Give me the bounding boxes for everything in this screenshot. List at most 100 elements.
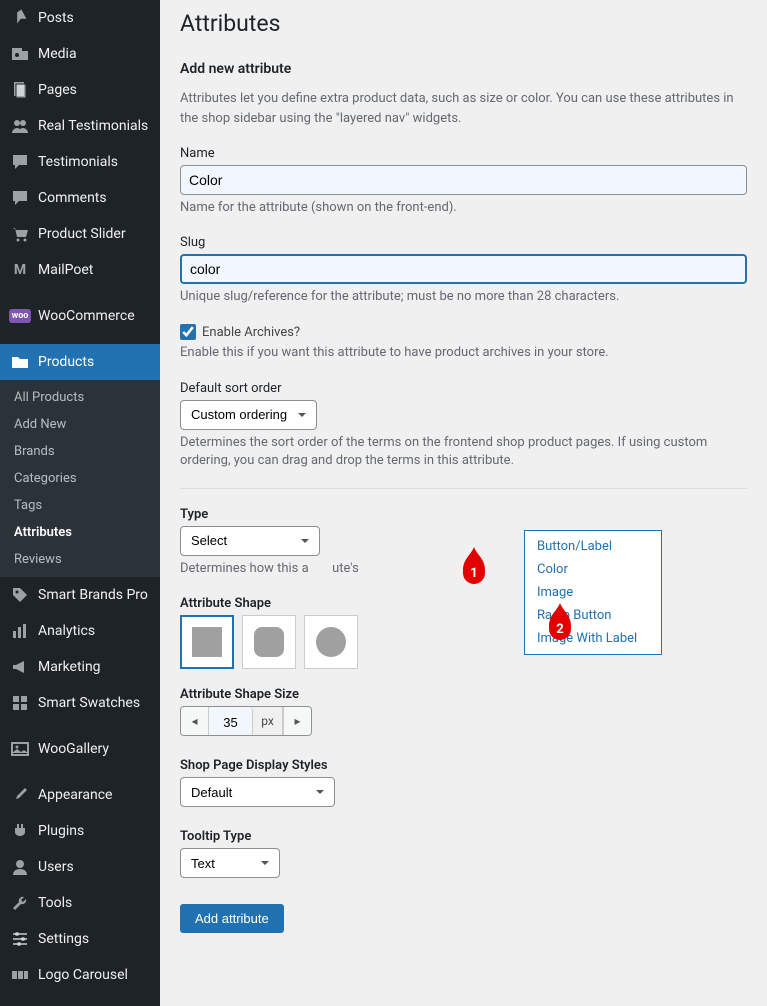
shape-size-input[interactable] (209, 707, 253, 736)
sort-select[interactable]: Custom ordering (180, 400, 317, 430)
menu-comments[interactable]: Comments (0, 180, 160, 216)
menu-label: Tools (38, 895, 72, 911)
shape-square[interactable] (180, 615, 234, 669)
admin-sidebar: Posts Media Pages Real Testimonials Testimon… (0, 0, 160, 1006)
sort-desc: Determines the sort order of the terms o… (180, 434, 747, 470)
menu-tools[interactable]: Tools (0, 885, 160, 921)
submenu-categories[interactable]: Categories (0, 465, 160, 492)
menu-label: Products (38, 354, 94, 370)
menu-products[interactable]: Products (0, 344, 160, 380)
swatches-icon (10, 693, 30, 713)
menu-product-slider[interactable]: Product Slider (0, 216, 160, 252)
menu-settings[interactable]: Settings (0, 921, 160, 957)
menu-label: Users (38, 859, 74, 875)
menu-woogallery[interactable]: WooGallery (0, 731, 160, 767)
menu-label: Logo Carousel (38, 967, 128, 983)
pin-icon (10, 8, 30, 28)
menu-pages[interactable]: Pages (0, 72, 160, 108)
add-attribute-button[interactable]: Add attribute (180, 904, 284, 933)
name-input[interactable] (180, 165, 747, 195)
tooltip-select[interactable]: Text (180, 848, 280, 878)
menu-label: WooGallery (38, 741, 109, 757)
type-option-color[interactable]: Color (525, 558, 661, 581)
name-label: Name (180, 146, 747, 161)
archives-checkbox[interactable] (180, 324, 196, 340)
menu-real-testimonials[interactable]: Real Testimonials (0, 108, 160, 144)
submenu-add-new[interactable]: Add New (0, 411, 160, 438)
menu-posts[interactable]: Posts (0, 0, 160, 36)
slug-input[interactable] (180, 254, 747, 284)
menu-label: Appearance (38, 787, 112, 803)
submenu-reviews[interactable]: Reviews (0, 546, 160, 573)
cart-icon (10, 224, 30, 244)
callout-1: 1 (457, 545, 491, 585)
brush-icon (10, 785, 30, 805)
mega-icon (10, 657, 30, 677)
menu-smart-brands-pro[interactable]: Smart Brands Pro (0, 577, 160, 613)
stepper-increment[interactable]: ▸ (283, 707, 311, 735)
menu-testimonials[interactable]: Testimonials (0, 144, 160, 180)
type-label: Type (180, 507, 747, 522)
chart-icon (10, 621, 30, 641)
page-icon (10, 80, 30, 100)
display-select[interactable]: Default (180, 777, 335, 807)
submenu-brands[interactable]: Brands (0, 438, 160, 465)
menu-label: Pages (38, 82, 77, 98)
submenu-tags[interactable]: Tags (0, 492, 160, 519)
m-icon: M (10, 260, 30, 280)
main-content: Attributes Add new attribute Attributes … (160, 0, 767, 1006)
menu-plugins[interactable]: Plugins (0, 813, 160, 849)
menu-label: Smart Brands Pro (38, 587, 148, 603)
submenu-all-products[interactable]: All Products (0, 384, 160, 411)
intro-text: Attributes let you define extra product … (180, 89, 747, 128)
menu-marketing[interactable]: Marketing (0, 649, 160, 685)
display-label: Shop Page Display Styles (180, 758, 747, 773)
user-icon (10, 857, 30, 877)
people-icon (10, 116, 30, 136)
slug-desc: Unique slug/reference for the attribute;… (180, 288, 747, 306)
shape-circle[interactable] (304, 615, 358, 669)
form-heading: Add new attribute (180, 61, 747, 77)
gallery-icon (10, 739, 30, 759)
stepper-decrement[interactable]: ◂ (181, 707, 209, 735)
menu-mailpoet[interactable]: M MailPoet (0, 252, 160, 288)
logo-icon (10, 965, 30, 985)
menu-label: Testimonials (38, 154, 118, 170)
archives-desc: Enable this if you want this attribute t… (180, 344, 747, 362)
menu-label: Comments (38, 190, 107, 206)
menu-woocommerce[interactable]: woo WooCommerce (0, 298, 160, 334)
slug-label: Slug (180, 235, 747, 250)
folder-icon (10, 352, 30, 372)
divider (180, 488, 747, 489)
menu-logo-carousel[interactable]: Logo Carousel (0, 957, 160, 993)
menu-label: Settings (38, 931, 89, 947)
shape-rounded[interactable] (242, 615, 296, 669)
media-icon (10, 44, 30, 64)
menu-label: Analytics (38, 623, 95, 639)
menu-analytics[interactable]: Analytics (0, 613, 160, 649)
sort-label: Default sort order (180, 381, 747, 396)
type-select[interactable]: Select (180, 526, 320, 556)
menu-appearance[interactable]: Appearance (0, 777, 160, 813)
tag-icon (10, 585, 30, 605)
menu-label: Product Slider (38, 226, 126, 242)
type-option-button-label[interactable]: Button/Label (525, 535, 661, 558)
woo-icon: woo (10, 306, 30, 326)
callout-2: 2 (543, 601, 577, 641)
comment-icon (10, 188, 30, 208)
menu-label: Posts (38, 10, 74, 26)
bubble-icon (10, 152, 30, 172)
menu-label: MailPoet (38, 262, 93, 278)
submenu-attributes[interactable]: Attributes (0, 519, 160, 546)
submenu: All ProductsAdd NewBrandsCategoriesTagsA… (0, 380, 160, 577)
tooltip-label: Tooltip Type (180, 829, 747, 844)
menu-label: WooCommerce (38, 308, 135, 324)
shape-size-label: Attribute Shape Size (180, 687, 747, 702)
plug-icon (10, 821, 30, 841)
shape-size-unit: px (253, 707, 283, 735)
menu-label: Smart Swatches (38, 695, 140, 711)
menu-media[interactable]: Media (0, 36, 160, 72)
menu-label: Media (38, 46, 77, 62)
menu-smart-swatches[interactable]: Smart Swatches (0, 685, 160, 721)
menu-users[interactable]: Users (0, 849, 160, 885)
